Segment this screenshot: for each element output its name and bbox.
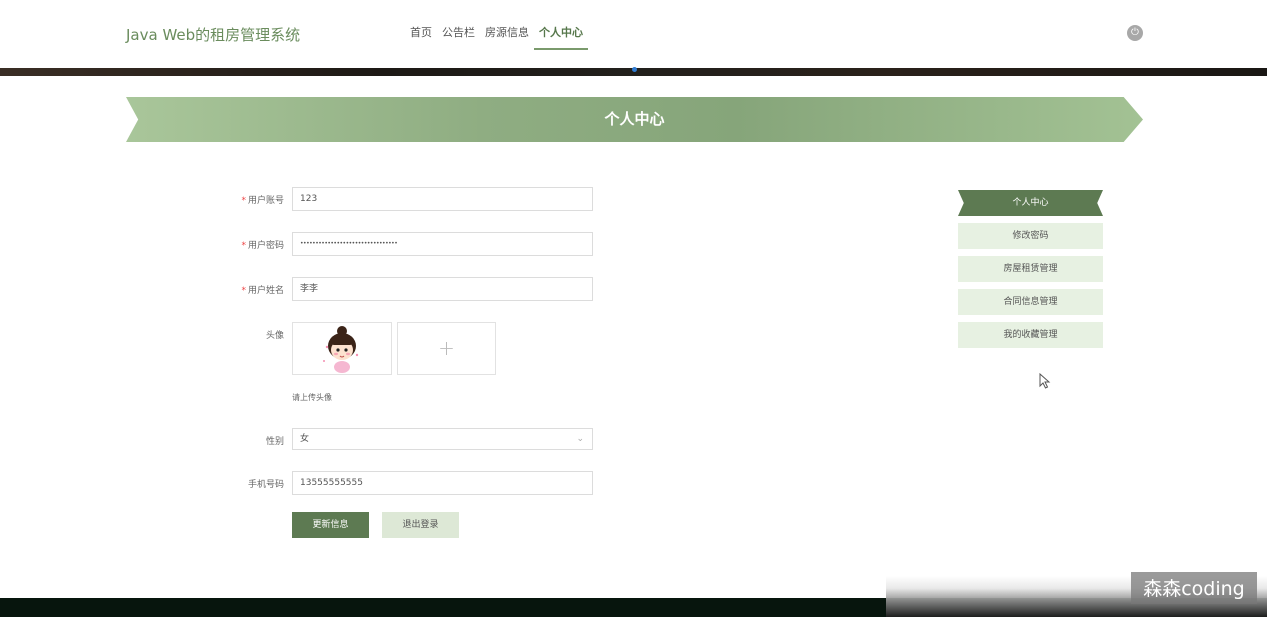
upload-avatar-button[interactable]: + [397, 322, 496, 375]
nav-notice-board[interactable]: 公告栏 [437, 0, 480, 52]
chevron-down-icon: ⌄ [576, 434, 584, 444]
password-label: * 用户密码 [241, 241, 284, 251]
sidebar-item-personal-center[interactable]: 个人中心 [958, 190, 1103, 216]
top-header: Java Web的租房管理系统 首页 公告栏 房源信息 个人中心 ⏻ [0, 0, 1267, 68]
nav-listings[interactable]: 房源信息 [480, 0, 534, 52]
phone-input[interactable]: 13555555555 [292, 471, 593, 495]
phone-label: 手机号码 [247, 480, 284, 490]
name-label: * 用户姓名 [241, 286, 284, 296]
nav-home[interactable]: 首页 [405, 0, 437, 52]
site-brand[interactable]: Java Web的租房管理系统 [126, 24, 300, 45]
gender-select[interactable]: 女 ⌄ [292, 428, 593, 450]
avatar-girl-icon [323, 326, 359, 373]
main-nav: 首页 公告栏 房源信息 个人中心 [405, 0, 588, 68]
account-input[interactable]: 123 [292, 187, 593, 211]
mouse-cursor-icon [1039, 373, 1051, 389]
watermark: 森森coding [1131, 572, 1257, 604]
gender-label: 性别 [265, 437, 284, 447]
sidebar-item-rental-management[interactable]: 房屋租赁管理 [958, 256, 1103, 282]
avatar-image[interactable] [292, 322, 392, 375]
nav-personal-center[interactable]: 个人中心 [534, 0, 588, 50]
name-input[interactable]: 李李 [292, 277, 593, 301]
logout-button[interactable]: 退出登录 [382, 512, 459, 538]
gender-value: 女 [300, 434, 310, 444]
account-label: * 用户账号 [241, 196, 284, 206]
update-info-button[interactable]: 更新信息 [292, 512, 369, 538]
avatar-label: 头像 [265, 331, 284, 341]
carousel-indicator[interactable] [632, 67, 637, 72]
sidebar-item-change-password[interactable]: 修改密码 [958, 223, 1103, 249]
power-icon[interactable]: ⏻ [1127, 25, 1143, 41]
password-input[interactable]: •••••••••••••••••••••••••••••••• [292, 232, 593, 256]
sidebar-item-contract-management[interactable]: 合同信息管理 [958, 289, 1103, 315]
sidebar-item-favorites-management[interactable]: 我的收藏管理 [958, 322, 1103, 348]
page-title-ribbon: 个人中心 [126, 97, 1143, 142]
avatar-hint: 请上传头像 [292, 393, 332, 402]
page-title: 个人中心 [604, 110, 665, 128]
